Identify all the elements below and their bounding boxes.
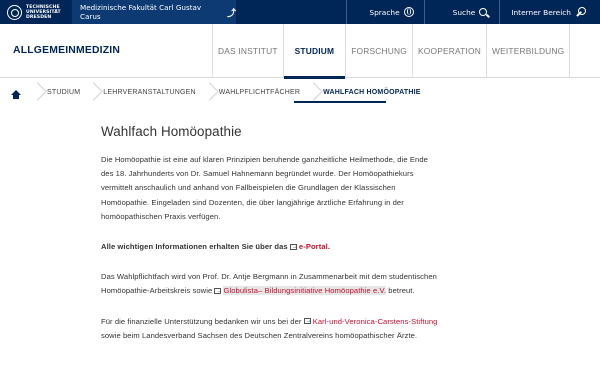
funding-suffix: sowie beim Landesverband Sachsen des Deu… bbox=[101, 330, 418, 340]
nav-item-das-institut[interactable]: DAS INSTITUT bbox=[212, 24, 283, 78]
internal-area-link[interactable]: Interner Bereich bbox=[500, 6, 600, 18]
language-link[interactable]: Sprache bbox=[347, 7, 423, 17]
chevron-right-icon bbox=[90, 82, 96, 102]
faculty-link[interactable]: Medizinische Fakultät Carl Gustav Carus … bbox=[72, 0, 236, 24]
page-title: Wahlfach Homöopathie bbox=[101, 124, 242, 139]
funding-paragraph: Für die finanzielle Unterstützung bedank… bbox=[101, 314, 441, 343]
nav-item-weiterbildung[interactable]: WEITERBILDUNG bbox=[486, 24, 571, 78]
e-portal-link[interactable]: e-Portal bbox=[299, 242, 328, 251]
chevron-right-icon bbox=[310, 82, 316, 102]
tud-logo[interactable]: TECHNISCHE UNIVERSITÄT DRESDEN bbox=[0, 0, 72, 24]
search-label: Suche bbox=[452, 7, 476, 17]
breadcrumb-current-indicator bbox=[294, 101, 386, 103]
breadcrumb-item-lehrveranstaltungen[interactable]: LEHRVERANSTALTUNGEN bbox=[90, 82, 206, 102]
supervision-suffix: betreut. bbox=[386, 286, 415, 296]
search-icon bbox=[479, 8, 488, 16]
top-bar: TECHNISCHE UNIVERSITÄT DRESDEN Medizinis… bbox=[0, 0, 600, 24]
external-link-icon bbox=[303, 314, 312, 328]
chevron-right-icon bbox=[206, 82, 212, 102]
info-suffix: . bbox=[327, 242, 331, 252]
breadcrumb-item-studium[interactable]: STUDIUM bbox=[34, 82, 90, 102]
external-link-icon bbox=[289, 240, 298, 254]
intro-paragraph: Die Homöopathie ist eine auf klaren Prin… bbox=[101, 155, 428, 221]
external-link-icon bbox=[214, 284, 223, 298]
language-label: Sprache bbox=[369, 7, 400, 17]
nav-item-kooperation[interactable]: KOOPERATION bbox=[411, 24, 486, 78]
breadcrumb-item-wahlpflichtfaecher[interactable]: WAHLPFLICHTFÄCHER bbox=[206, 82, 310, 102]
utility-nav: Sprache Suche Interner Bereich bbox=[346, 0, 600, 24]
breadcrumb-item-current: WAHLFACH HOMÖOPATHIE bbox=[310, 82, 430, 102]
nav-item-studium[interactable]: STUDIUM bbox=[282, 24, 346, 79]
tud-logo-text: TECHNISCHE UNIVERSITÄT DRESDEN bbox=[26, 4, 61, 20]
info-text: Alle wichtigen Informationen erhalten Si… bbox=[101, 242, 290, 252]
supervision-paragraph: Das Wahlpflichtfach wird von Prof. Dr. A… bbox=[101, 270, 441, 298]
home-icon bbox=[11, 89, 21, 99]
faculty-label: Medizinische Fakultät Carl Gustav Carus bbox=[80, 3, 202, 21]
site-header: ALLGEMEINMEDIZIN DAS INSTITUT STUDIUM FO… bbox=[0, 24, 600, 79]
breadcrumb: STUDIUM LEHRVERANSTALTUNGEN WAHLPFLICHTF… bbox=[0, 82, 600, 103]
funding-text: Für die finanzielle Unterstützung bedank… bbox=[101, 316, 304, 326]
internal-area-label: Interner Bereich bbox=[511, 7, 571, 17]
search-link[interactable]: Suche bbox=[425, 8, 500, 17]
main-nav: DAS INSTITUT STUDIUM FORSCHUNG KOOPERATI… bbox=[212, 24, 571, 79]
key-icon bbox=[575, 6, 586, 18]
info-paragraph: Alle wichtigen Informationen erhalten Si… bbox=[101, 240, 441, 254]
globe-icon bbox=[403, 7, 414, 17]
faculty-arrow-icon: ⤴ bbox=[226, 8, 236, 19]
chevron-right-icon bbox=[34, 82, 40, 102]
main-content: Wahlfach Homöopathie Die Homöopathie ist… bbox=[101, 124, 441, 343]
carstens-stiftung-link[interactable]: Karl-und-Veronica-Carstens-Stiftung bbox=[313, 317, 438, 326]
tud-logo-icon bbox=[7, 4, 22, 20]
site-title[interactable]: ALLGEMEINMEDIZIN bbox=[13, 45, 120, 56]
nav-item-forschung[interactable]: FORSCHUNG bbox=[345, 24, 412, 78]
globulista-link[interactable]: Globulista– Bildungsinitiative Homöopath… bbox=[223, 286, 387, 296]
